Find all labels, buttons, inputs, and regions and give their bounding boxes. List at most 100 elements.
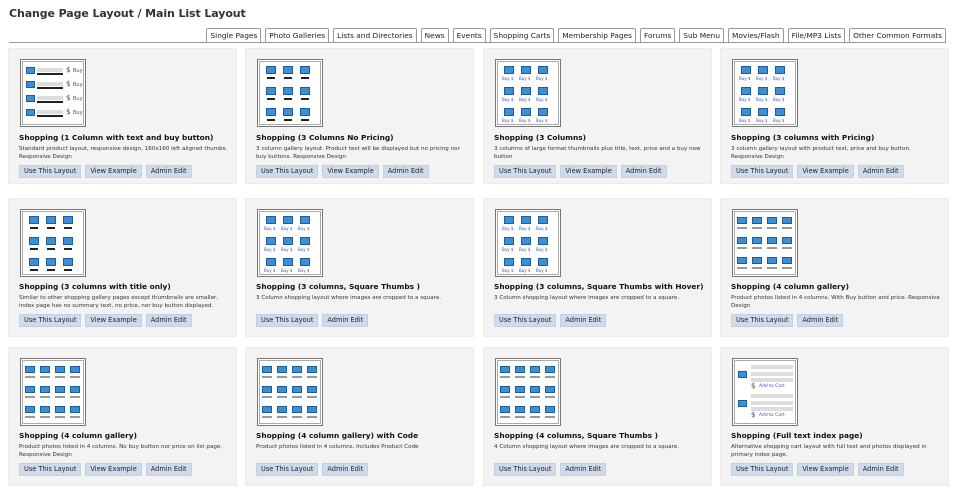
tab-events[interactable]: Events bbox=[452, 28, 486, 43]
view-example-button[interactable]: View Example bbox=[322, 165, 379, 178]
admin-edit-button[interactable]: Admin Edit bbox=[322, 463, 369, 476]
use-this-layout-button[interactable]: Use This Layout bbox=[256, 463, 319, 476]
thumb-buy-label: Buy $ bbox=[756, 97, 768, 102]
thumb-photo-icon bbox=[300, 66, 310, 74]
thumb-buy-label: Buy $ bbox=[773, 97, 785, 102]
thumb-photo-icon bbox=[500, 406, 510, 413]
thumb-text-line bbox=[37, 101, 63, 103]
use-this-layout-button[interactable]: Use This Layout bbox=[731, 463, 794, 476]
admin-edit-button[interactable]: Admin Edit bbox=[797, 314, 844, 327]
thumb-buy-label: Buy $ bbox=[502, 76, 514, 81]
tab-photo-galleries[interactable]: Photo Galleries bbox=[265, 28, 330, 43]
thumb-buy-label: Buy $ bbox=[502, 247, 514, 252]
layout-title: Shopping (3 columns, Square Thumbs with … bbox=[494, 282, 704, 291]
admin-edit-button[interactable]: Admin Edit bbox=[857, 165, 904, 178]
thumb-photo-icon bbox=[300, 87, 310, 95]
thumb-text-line bbox=[515, 416, 525, 418]
thumb-text-line bbox=[47, 269, 55, 271]
layout-preview-thumbnail[interactable]: Buy $ Buy $ Buy $ Buy $ Buy $ Buy $ Buy $ Buy $… bbox=[257, 209, 323, 277]
thumb-photo-icon bbox=[26, 67, 35, 74]
layout-preview-thumbnail[interactable] bbox=[732, 209, 798, 277]
tab-movies-flash[interactable]: Movies/Flash bbox=[728, 28, 784, 43]
thumb-photo-icon bbox=[545, 406, 555, 413]
thumb-buy-label: Buy $ bbox=[502, 97, 514, 102]
thumb-photo-icon bbox=[63, 216, 73, 224]
thumb-buy-label: Buy $ bbox=[756, 76, 768, 81]
thumb-text-line bbox=[767, 247, 777, 249]
thumb-photo-icon bbox=[545, 366, 555, 373]
tab-file-mp3-lists[interactable]: File/MP3 Lists bbox=[787, 28, 846, 43]
thumb-photo-icon bbox=[40, 386, 50, 393]
thumb-photo-icon bbox=[738, 371, 747, 378]
thumb-text-line bbox=[782, 227, 792, 229]
layout-preview-thumbnail[interactable]: $ Add to Cart $ Add to Cart bbox=[732, 358, 798, 426]
admin-edit-button[interactable]: Admin Edit bbox=[620, 165, 667, 178]
thumb-photo-icon bbox=[277, 406, 287, 413]
thumb-photo-icon bbox=[26, 81, 35, 88]
layout-description: Product photos listed in 4 columns. No b… bbox=[19, 444, 223, 458]
layout-preview-thumbnail[interactable]: Buy $ Buy $ Buy $ Buy $ Buy $ Buy $ Buy $ Buy $… bbox=[495, 59, 561, 127]
use-this-layout-button[interactable]: Use This Layout bbox=[19, 463, 82, 476]
thumb-buy-label: Buy $ bbox=[502, 118, 514, 123]
view-example-button[interactable]: View Example bbox=[797, 463, 854, 476]
thumb-text-line bbox=[64, 248, 72, 250]
thumb-buy-label: Buy $ bbox=[536, 118, 548, 123]
use-this-layout-button[interactable]: Use This Layout bbox=[731, 314, 794, 327]
view-example-button[interactable]: View Example bbox=[85, 165, 142, 178]
use-this-layout-button[interactable]: Use This Layout bbox=[494, 165, 557, 178]
tab-single-pages[interactable]: Single Pages bbox=[206, 28, 262, 43]
admin-edit-button[interactable]: Admin Edit bbox=[145, 463, 192, 476]
layout-preview-thumbnail[interactable]: $ Buy $ Buy $ Buy $ Buy bbox=[20, 59, 86, 127]
thumb-photo-icon bbox=[29, 237, 39, 245]
admin-edit-button[interactable]: Admin Edit bbox=[857, 463, 904, 476]
use-this-layout-button[interactable]: Use This Layout bbox=[19, 165, 82, 178]
layout-preview-thumbnail[interactable] bbox=[495, 358, 561, 426]
view-example-button[interactable]: View Example bbox=[797, 165, 854, 178]
view-example-button[interactable]: View Example bbox=[85, 463, 142, 476]
layout-actions: Use This Layout View Example Admin Edit bbox=[19, 463, 192, 476]
tab-forums[interactable]: Forums bbox=[640, 28, 676, 43]
admin-edit-button[interactable]: Admin Edit bbox=[560, 463, 607, 476]
layout-preview-thumbnail[interactable] bbox=[257, 59, 323, 127]
tab-shopping-carts[interactable]: Shopping Carts bbox=[489, 28, 555, 43]
thumb-text-line bbox=[545, 416, 555, 418]
use-this-layout-button[interactable]: Use This Layout bbox=[494, 463, 557, 476]
layout-preview-thumbnail[interactable] bbox=[20, 358, 86, 426]
thumb-photo-icon bbox=[504, 237, 514, 245]
layout-preview-thumbnail[interactable] bbox=[20, 209, 86, 277]
thumb-buy-label: Buy $ bbox=[281, 247, 293, 252]
admin-edit-button[interactable]: Admin Edit bbox=[145, 165, 192, 178]
thumb-photo-icon bbox=[283, 216, 293, 224]
layout-preview-thumbnail[interactable]: Buy $ Buy $ Buy $ Buy $ Buy $ Buy $ Buy $ Buy $… bbox=[495, 209, 561, 277]
tab-news[interactable]: News bbox=[420, 28, 449, 43]
tab-other-common-formats[interactable]: Other Common Formats bbox=[849, 28, 946, 43]
view-example-button[interactable]: View Example bbox=[560, 165, 617, 178]
thumb-buy-label: Buy $ bbox=[773, 118, 785, 123]
admin-edit-button[interactable]: Admin Edit bbox=[560, 314, 607, 327]
admin-edit-button[interactable]: Admin Edit bbox=[322, 314, 369, 327]
tab-lists-and-directories[interactable]: Lists and Directories bbox=[333, 28, 417, 43]
layout-actions: Use This Layout View Example Admin Edit bbox=[731, 463, 904, 476]
tab-sub-menu[interactable]: Sub Menu bbox=[679, 28, 725, 43]
layout-preview-thumbnail[interactable] bbox=[257, 358, 323, 426]
thumb-text-bar bbox=[751, 372, 793, 376]
use-this-layout-button[interactable]: Use This Layout bbox=[494, 314, 557, 327]
thumb-photo-icon bbox=[40, 406, 50, 413]
use-this-layout-button[interactable]: Use This Layout bbox=[256, 314, 319, 327]
layout-title: Shopping (4 column gallery) with Code bbox=[256, 431, 419, 440]
admin-edit-button[interactable]: Admin Edit bbox=[382, 165, 429, 178]
thumb-photo-icon bbox=[25, 366, 35, 373]
layout-preview-thumbnail[interactable]: Buy $ Buy $ Buy $ Buy $ Buy $ Buy $ Buy $ Buy $… bbox=[732, 59, 798, 127]
thumb-text-line bbox=[25, 376, 35, 378]
thumb-buy-label: Buy $ bbox=[519, 247, 531, 252]
layout-card: Buy $ Buy $ Buy $ Buy $ Buy $ Buy $ Buy $ Buy $… bbox=[245, 198, 474, 337]
use-this-layout-button[interactable]: Use This Layout bbox=[19, 314, 82, 327]
admin-edit-button[interactable]: Admin Edit bbox=[145, 314, 192, 327]
tab-membership-pages[interactable]: Membership Pages bbox=[558, 28, 636, 43]
use-this-layout-button[interactable]: Use This Layout bbox=[256, 165, 319, 178]
thumb-photo-icon bbox=[767, 257, 777, 264]
view-example-button[interactable]: View Example bbox=[85, 314, 142, 327]
thumb-text-bar bbox=[751, 394, 793, 398]
use-this-layout-button[interactable]: Use This Layout bbox=[731, 165, 794, 178]
thumb-buy-label: Buy $ bbox=[281, 226, 293, 231]
